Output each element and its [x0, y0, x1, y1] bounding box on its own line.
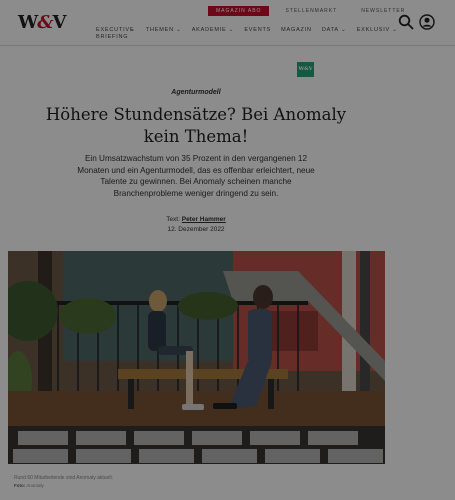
top-links: MAGAZIN ABO STELLENMARKT NEWSLETTER	[208, 6, 413, 16]
nav-item-magazin[interactable]: MAGAZIN	[281, 27, 312, 34]
wv-badge: W&V	[297, 62, 314, 77]
main-nav: EXECUTIVE BRIEFING ⌄ THEMEN ⌄ AKADEMIE ⌄ EV…	[96, 27, 398, 41]
user-icon[interactable]	[419, 14, 435, 30]
photo-credit: Foto: Anomaly	[14, 483, 44, 488]
site-logo[interactable]: W&V	[18, 12, 66, 33]
chevron-down-icon: ⌄	[228, 27, 235, 33]
nav-item-executive-briefing[interactable]: EXECUTIVE BRIEFING ⌄	[96, 27, 136, 41]
chevron-down-icon: ⌄	[175, 27, 182, 33]
chevron-down-icon: ⌄	[392, 27, 398, 33]
chevron-down-icon: ⌄	[130, 27, 136, 33]
search-icon[interactable]	[398, 14, 414, 30]
article-author: Text: Peter Hammer	[166, 216, 226, 223]
top-link-magazin-abo[interactable]: MAGAZIN ABO	[208, 6, 270, 16]
nav-item-data[interactable]: DATA ⌄	[322, 27, 347, 34]
author-link[interactable]: Peter Hammer	[182, 216, 226, 223]
nav-item-akademie[interactable]: AKADEMIE ⌄	[192, 27, 235, 34]
nav-item-themen[interactable]: THEMEN ⌄	[146, 27, 182, 34]
article-date: 12. Dezember 2022	[167, 226, 225, 233]
nav-item-exklusiv[interactable]: EXKLUSIV ⌄	[357, 27, 398, 34]
top-link-stellenmarkt[interactable]: STELLENMARKT	[277, 6, 345, 16]
article-title: Höhere Stundensätze? Bei Anomaly kein Th…	[45, 105, 347, 146]
site-header: W&V MAGAZIN ABO STELLENMARKT NEWSLETTER …	[0, 0, 455, 46]
photo-caption: Rund 60 Mitarbeitende sind Anomaly aktue…	[14, 475, 113, 481]
article-kicker: Agenturmodell	[171, 89, 221, 96]
article-lead: Ein Umsatzwachstum von 35 Prozent in den…	[77, 154, 315, 199]
article-hero-image	[8, 251, 385, 464]
office-photo-illustration	[8, 251, 385, 464]
nav-item-events[interactable]: EVENTS	[244, 27, 271, 34]
chevron-down-icon: ⌄	[340, 27, 347, 33]
